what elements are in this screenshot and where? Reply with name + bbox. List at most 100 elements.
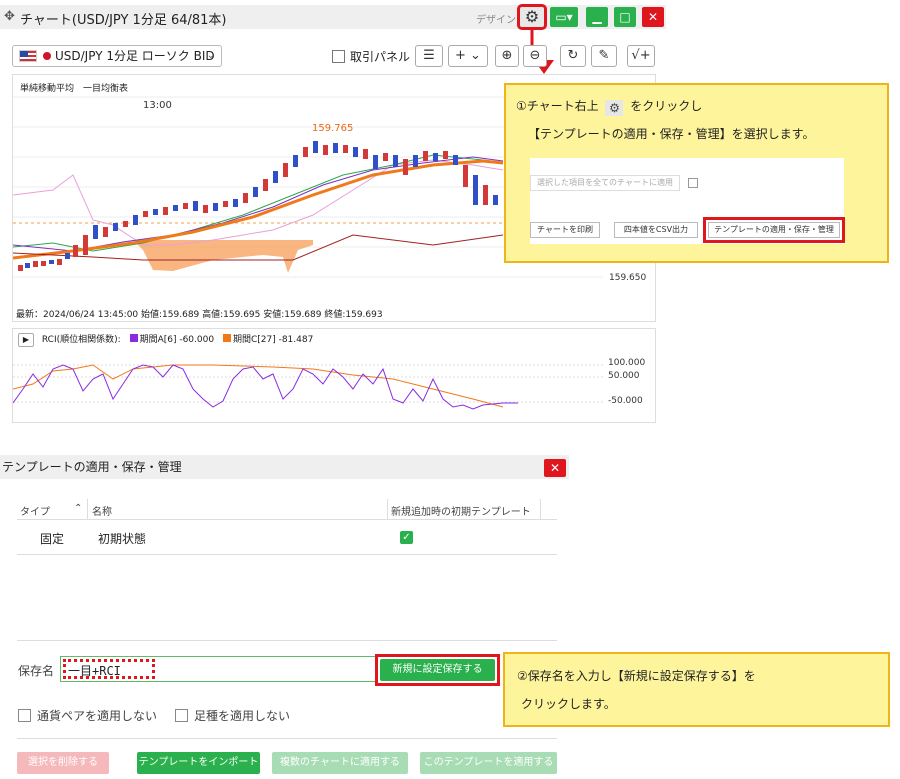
refresh-icon: ↻ bbox=[567, 48, 579, 63]
pink-line bbox=[12, 159, 504, 246]
delete-button[interactable]: 選択を削除する bbox=[17, 752, 109, 774]
symbol-select[interactable]: USD/JPY 1分足 ローソク BID ⌄ bbox=[12, 45, 222, 67]
chart-title: チャート(USD/JPY 1分足 64/81本) bbox=[20, 13, 227, 28]
candle bbox=[483, 185, 488, 205]
opt-pair-label: 通貨ペアを適用しない bbox=[37, 709, 158, 723]
crosshair-button[interactable]: + ⌄ bbox=[448, 45, 488, 67]
apply-all-button[interactable]: 選択した項目を全てのチャートに適用 bbox=[530, 175, 680, 191]
trend-icon: √+ bbox=[631, 48, 651, 63]
col-name[interactable]: 名称 bbox=[92, 503, 112, 518]
save-name-input[interactable]: 一目+RCI bbox=[60, 656, 376, 682]
candle bbox=[333, 143, 338, 153]
close-window-button[interactable]: ✕ bbox=[642, 7, 664, 27]
divider bbox=[17, 738, 557, 739]
time-label: 13:00 bbox=[143, 100, 172, 111]
candle bbox=[163, 207, 168, 215]
default-check-icon[interactable]: ✓ bbox=[400, 531, 413, 544]
candle bbox=[253, 187, 258, 197]
callout1-line2: 【テンプレートの適用・保存・管理】を選択します。 bbox=[528, 127, 815, 141]
indicator-button[interactable]: ☰ bbox=[415, 45, 443, 67]
candle bbox=[57, 259, 62, 265]
template-manage-button[interactable]: テンプレートの適用・保存・管理 bbox=[703, 217, 845, 243]
rci-axis-100: 100.000 bbox=[608, 358, 646, 368]
candle bbox=[49, 260, 54, 264]
callout-step1: ①チャート右上 ⚙ をクリックし 【テンプレートの適用・保存・管理】を選択します… bbox=[504, 83, 889, 263]
divider bbox=[17, 519, 557, 520]
callout1-line1-pre: ①チャート右上 bbox=[516, 99, 599, 113]
gear-icon: ⚙ bbox=[524, 7, 540, 26]
trade-panel-checkbox[interactable]: 取引パネル bbox=[332, 48, 410, 65]
opt-ashi-label: 足種を適用しない bbox=[194, 709, 291, 723]
candle bbox=[143, 211, 148, 217]
candle bbox=[273, 171, 278, 183]
candle bbox=[193, 201, 198, 211]
col-type[interactable]: タイプ bbox=[20, 503, 50, 518]
play-icon[interactable]: ▶ bbox=[18, 333, 34, 347]
zoom-out-button[interactable]: ⊖ bbox=[523, 45, 547, 67]
trade-panel-label: 取引パネル bbox=[350, 50, 411, 64]
candle bbox=[403, 159, 408, 175]
col-default[interactable]: 新規追加時の初期テンプレート bbox=[391, 503, 531, 518]
candle bbox=[153, 209, 158, 215]
candle bbox=[18, 265, 23, 271]
csv-export-button[interactable]: 四本値をCSV出力 bbox=[614, 222, 698, 238]
save-new-button[interactable]: 新規に設定保存する bbox=[375, 654, 500, 686]
zoom-in-icon: ⊕ bbox=[501, 48, 513, 63]
candle bbox=[233, 199, 238, 207]
import-button[interactable]: テンプレートをインポート bbox=[137, 752, 260, 774]
apply-this-button[interactable]: このテンプレートを適用する bbox=[420, 752, 557, 774]
refresh-button[interactable]: ↻ bbox=[560, 45, 586, 67]
save-name-value: 一目+RCI bbox=[68, 664, 121, 678]
layout-button[interactable]: ▭▾ bbox=[550, 7, 578, 27]
candle bbox=[203, 205, 208, 213]
save-new-label: 新規に設定保存する bbox=[380, 659, 495, 681]
series-a-swatch bbox=[129, 334, 138, 342]
candle bbox=[423, 151, 428, 161]
gear-settings-button[interactable]: ⚙ bbox=[517, 4, 547, 30]
crosshair-icon: + ⌄ bbox=[455, 48, 481, 63]
callout1-line1: ①チャート右上 ⚙ をクリックし bbox=[516, 97, 702, 116]
indicator-icon: ☰ bbox=[423, 48, 435, 63]
maximize-button[interactable]: □ bbox=[614, 7, 636, 27]
candle bbox=[133, 215, 138, 225]
candle bbox=[263, 179, 268, 191]
candle bbox=[283, 163, 288, 177]
print-chart-button[interactable]: チャートを印刷 bbox=[530, 222, 600, 238]
dialog-title: テンプレートの適用・保存・管理 bbox=[0, 455, 569, 479]
pencil-icon: ✎ bbox=[598, 48, 610, 63]
design-label: デザイン bbox=[476, 15, 516, 26]
candle bbox=[373, 155, 378, 169]
candle bbox=[41, 261, 46, 266]
chart-legend: 単純移動平均 一目均衡表 bbox=[20, 84, 129, 94]
candle bbox=[413, 155, 418, 167]
dialog-close-button[interactable]: ✕ bbox=[544, 459, 566, 477]
close-icon: ✕ bbox=[647, 10, 659, 24]
callout1-line1-post: をクリックし bbox=[630, 99, 703, 113]
checkbox-box[interactable] bbox=[18, 709, 31, 722]
zoom-in-button[interactable]: ⊕ bbox=[495, 45, 519, 67]
ohlc-status-line: 最新：2024/06/24 13:45:00 始値:159.689 高値:159… bbox=[16, 310, 383, 320]
checkbox-box[interactable] bbox=[332, 50, 345, 63]
apply-multi-button[interactable]: 複数のチャートに適用する bbox=[272, 752, 408, 774]
draw-button[interactable]: ✎ bbox=[591, 45, 617, 67]
maximize-icon: □ bbox=[619, 10, 631, 24]
minimize-icon: ▁ bbox=[592, 10, 602, 24]
opt-ashi-checkbox[interactable]: 足種を適用しない bbox=[175, 707, 290, 724]
rci-axis-50: 50.000 bbox=[608, 371, 640, 381]
rci-label: RCI(順位相関係数): bbox=[41, 335, 121, 345]
apply-all-checkbox[interactable] bbox=[688, 178, 698, 188]
move-icon[interactable]: ✥ bbox=[4, 9, 15, 24]
sort-up-icon: ⌃ bbox=[74, 503, 83, 514]
menu-snippet: 選択した項目を全てのチャートに適用 チャートを印刷 四本値をCSV出力 テンプレ… bbox=[530, 158, 845, 244]
candle bbox=[313, 141, 318, 153]
checkbox-box[interactable] bbox=[175, 709, 188, 722]
candle bbox=[173, 205, 178, 211]
trend-button[interactable]: √+ bbox=[627, 45, 655, 67]
candle bbox=[463, 165, 468, 187]
rci-axis-minus50: -50.000 bbox=[608, 396, 643, 406]
candle bbox=[323, 145, 328, 155]
save-name-label: 保存名 bbox=[18, 664, 55, 678]
minimize-button[interactable]: ▁ bbox=[586, 7, 608, 27]
opt-pair-checkbox[interactable]: 通貨ペアを適用しない bbox=[18, 707, 157, 724]
candle bbox=[183, 203, 188, 209]
